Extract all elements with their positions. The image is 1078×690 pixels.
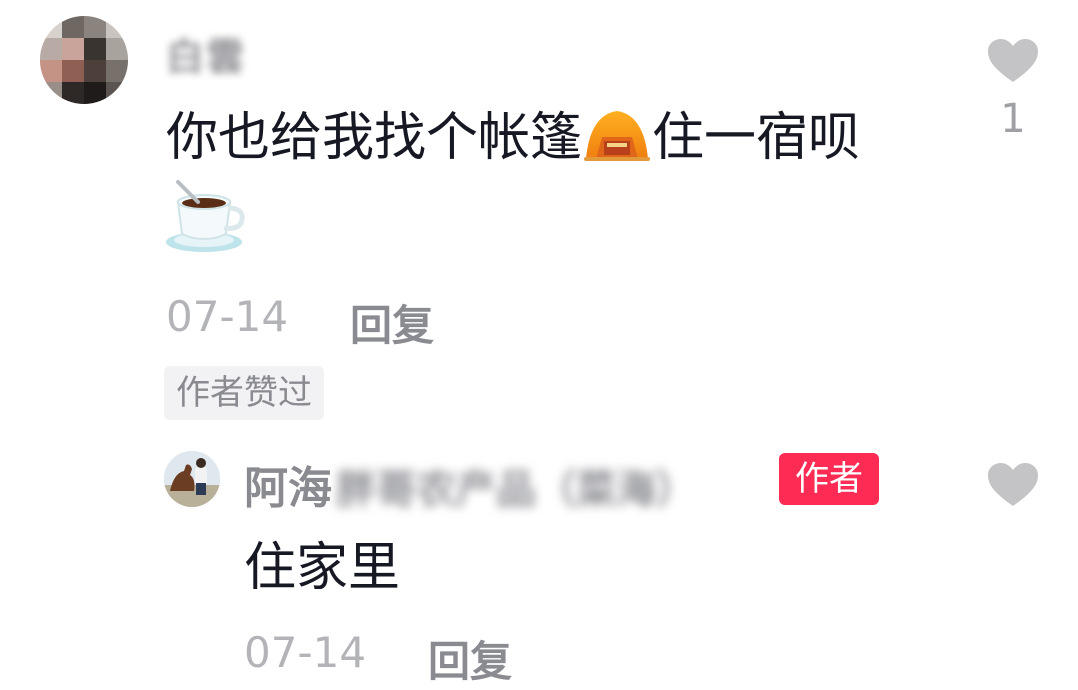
tent-emoji	[582, 107, 652, 180]
commenter-username[interactable]: 白雲	[166, 26, 246, 81]
replier-username[interactable]: 阿海 胖哥农产品（菜海）	[244, 452, 696, 514]
reply-text: 住家里	[244, 538, 401, 598]
comment-text-part2: 住一宿呗	[652, 108, 861, 168]
heart-icon[interactable]	[987, 38, 1039, 84]
replier-name-blurred: 胖哥农产品（菜海）	[336, 467, 696, 513]
reply-reply-button[interactable]: 回复	[428, 628, 512, 689]
author-liked-badge: 作者赞过	[164, 366, 324, 420]
hot-beverage-emoji	[164, 176, 248, 254]
heart-icon[interactable]	[987, 462, 1039, 508]
comment-text-part1: 你也给我找个帐篷	[166, 108, 583, 168]
reply-date: 07-14	[244, 628, 367, 677]
comment-text: 你也给我找个帐篷 住一宿呗	[166, 104, 966, 180]
comment-date: 07-14	[166, 292, 289, 341]
replier-avatar[interactable]	[164, 451, 220, 507]
reply-button[interactable]: 回复	[350, 292, 434, 353]
replier-name-prefix: 阿海	[244, 463, 332, 514]
author-badge: 作者	[779, 453, 879, 505]
commenter-avatar[interactable]	[40, 16, 128, 104]
like-count: 1	[1000, 96, 1026, 142]
